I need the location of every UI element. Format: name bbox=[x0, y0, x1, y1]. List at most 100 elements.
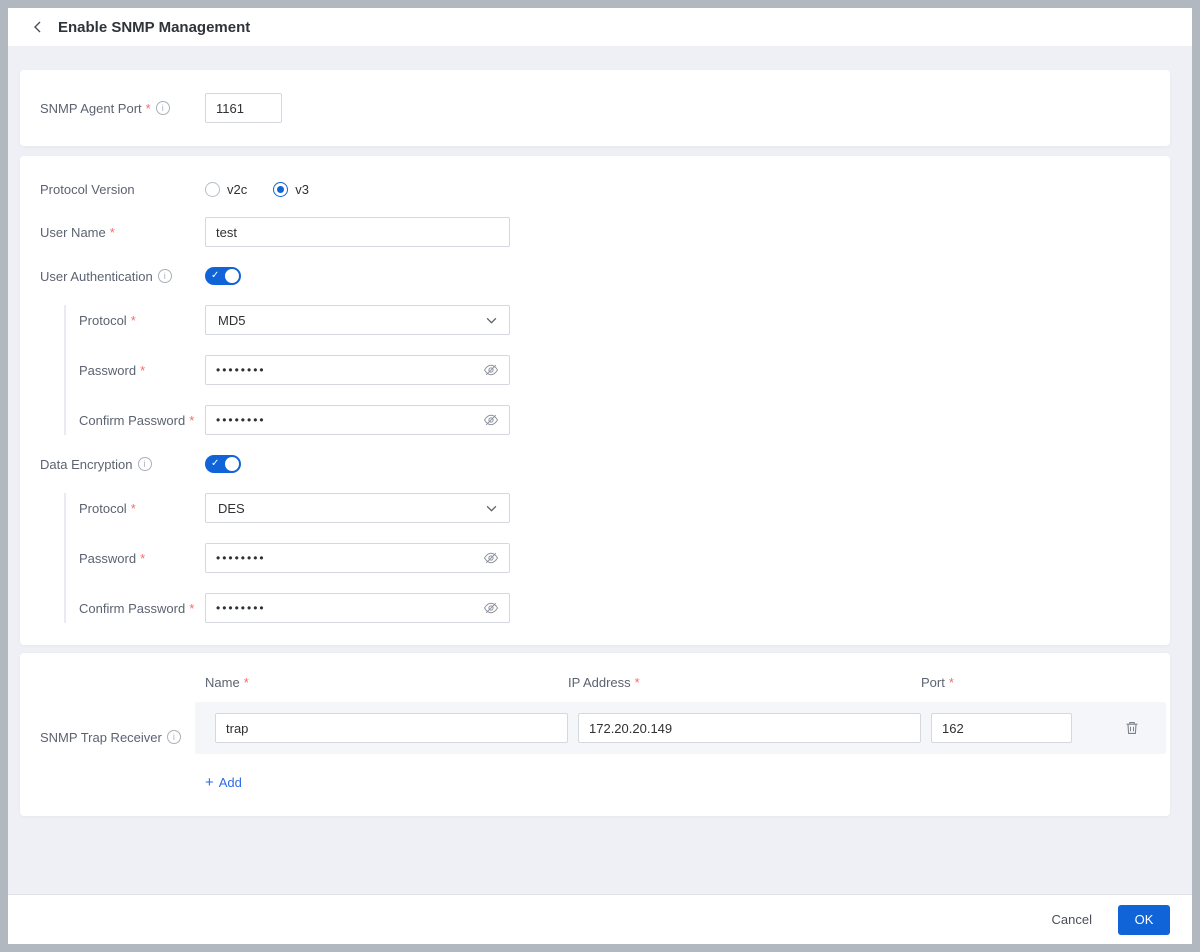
enc-password-field bbox=[205, 543, 510, 573]
radio-label-v3: v3 bbox=[295, 182, 309, 197]
agent-port-input[interactable] bbox=[205, 93, 282, 123]
trap-name-input[interactable] bbox=[215, 713, 568, 743]
column-header-port: Port * bbox=[921, 675, 954, 690]
info-icon[interactable]: i bbox=[166, 730, 181, 744]
trap-receiver-card: SNMP Trap Receiver i Name * IP Address *… bbox=[20, 653, 1170, 816]
trap-receiver-table: Name * IP Address * Port * trap 172.20.2… bbox=[195, 675, 1166, 792]
trap-receiver-label: SNMP Trap Receiver bbox=[40, 729, 162, 745]
info-icon[interactable]: i bbox=[137, 457, 152, 471]
enc-confirm-password-field bbox=[205, 593, 510, 623]
auth-confirm-password-input[interactable] bbox=[205, 405, 510, 435]
data-encryption-label-group: Data Encryption i bbox=[40, 457, 205, 472]
user-auth-toggle[interactable] bbox=[205, 267, 241, 285]
enc-password-row: Password * bbox=[79, 543, 1150, 573]
eye-off-icon[interactable] bbox=[483, 412, 499, 428]
auth-confirm-password-field bbox=[205, 405, 510, 435]
auth-password-row: Password * bbox=[79, 355, 1150, 385]
enc-confirm-password-input[interactable] bbox=[205, 593, 510, 623]
auth-confirm-password-label: Confirm Password bbox=[79, 412, 186, 428]
user-name-label-group: User Name * bbox=[40, 225, 205, 240]
trash-icon bbox=[1126, 722, 1138, 734]
footer-bar: Cancel OK bbox=[8, 894, 1192, 944]
auth-password-label-group: Password * bbox=[79, 363, 205, 378]
trap-receiver-label-group: SNMP Trap Receiver i bbox=[40, 675, 195, 792]
radio-option-v2c[interactable]: v2c bbox=[205, 182, 247, 197]
back-chevron-icon bbox=[33, 21, 40, 33]
required-mark: * bbox=[145, 100, 151, 116]
trap-port-input[interactable] bbox=[931, 713, 1072, 743]
required-mark: * bbox=[189, 412, 195, 428]
info-icon[interactable]: i bbox=[157, 269, 172, 283]
plus-icon: + bbox=[205, 774, 214, 791]
enc-confirm-password-label: Confirm Password bbox=[79, 600, 186, 616]
column-header-name: Name * bbox=[205, 675, 249, 690]
agent-port-row: SNMP Agent Port * i bbox=[40, 93, 1150, 123]
radio-icon-v3[interactable] bbox=[273, 182, 289, 197]
column-header-ip: IP Address * bbox=[568, 675, 640, 690]
add-label: Add bbox=[218, 775, 242, 790]
auth-protocol-label: Protocol bbox=[79, 312, 127, 328]
enc-password-label-group: Password * bbox=[79, 551, 205, 566]
cancel-button[interactable]: Cancel bbox=[1052, 912, 1092, 927]
enc-password-label: Password bbox=[79, 550, 137, 566]
radio-option-v3[interactable]: v3 bbox=[273, 182, 309, 197]
eye-off-icon[interactable] bbox=[483, 600, 499, 616]
auth-password-field bbox=[205, 355, 510, 385]
user-auth-row: User Authentication i bbox=[40, 267, 1150, 285]
protocol-version-row: Protocol Version v2c v3 bbox=[40, 182, 1150, 197]
enc-confirm-password-label-group: Confirm Password * bbox=[79, 601, 205, 616]
page-header: Enable SNMP Management bbox=[8, 8, 1192, 46]
enc-protocol-value: DES bbox=[218, 500, 245, 516]
required-mark: * bbox=[243, 675, 249, 690]
required-mark: * bbox=[130, 500, 136, 516]
eye-off-icon[interactable] bbox=[483, 362, 499, 378]
auth-confirm-password-label-group: Confirm Password * bbox=[79, 413, 205, 428]
trap-receiver-row bbox=[195, 702, 1166, 754]
auth-password-label: Password bbox=[79, 362, 137, 378]
radio-icon-v2c[interactable] bbox=[205, 182, 220, 197]
protocol-version-label: Protocol Version bbox=[40, 182, 135, 197]
required-mark: * bbox=[634, 675, 640, 690]
user-name-label: User Name bbox=[40, 224, 106, 240]
main-settings-card: Protocol Version v2c v3 User Name * test… bbox=[20, 156, 1170, 645]
data-encryption-toggle[interactable] bbox=[205, 455, 241, 473]
snmp-management-page: Enable SNMP Management SNMP Agent Port *… bbox=[8, 8, 1192, 944]
user-auth-label: User Authentication bbox=[40, 268, 153, 284]
user-auth-label-group: User Authentication i bbox=[40, 269, 205, 284]
auth-protocol-row: Protocol * MD5 bbox=[79, 305, 1150, 335]
eye-off-icon[interactable] bbox=[483, 550, 499, 566]
data-encryption-group: Protocol * DES Password * •••••••• Confi… bbox=[64, 493, 1150, 623]
data-encryption-label: Data Encryption bbox=[40, 456, 133, 472]
required-mark: * bbox=[140, 550, 146, 566]
trap-ip-input[interactable] bbox=[578, 713, 921, 743]
agent-port-card: SNMP Agent Port * i bbox=[20, 70, 1170, 146]
auth-confirm-password-row: Confirm Password * bbox=[79, 405, 1150, 435]
required-mark: * bbox=[130, 312, 136, 328]
user-name-input[interactable] bbox=[205, 217, 510, 247]
content-area: SNMP Agent Port * i Protocol Version v2c bbox=[8, 46, 1192, 894]
chevron-down-icon bbox=[486, 505, 497, 512]
page-title: Enable SNMP Management bbox=[58, 18, 251, 36]
agent-port-label: SNMP Agent Port bbox=[40, 100, 142, 116]
enc-password-input[interactable] bbox=[205, 543, 510, 573]
auth-protocol-value: MD5 bbox=[218, 312, 246, 328]
required-mark: * bbox=[140, 362, 146, 378]
required-mark: * bbox=[189, 600, 195, 616]
required-mark: * bbox=[109, 224, 115, 240]
back-button[interactable] bbox=[24, 14, 50, 40]
enc-protocol-select[interactable]: DES bbox=[205, 493, 510, 523]
radio-label-v2c: v2c bbox=[227, 182, 248, 197]
enc-protocol-row: Protocol * DES bbox=[79, 493, 1150, 523]
auth-password-input[interactable] bbox=[205, 355, 510, 385]
info-icon[interactable]: i bbox=[155, 101, 170, 115]
user-name-row: User Name * bbox=[40, 217, 1150, 247]
auth-protocol-label-group: Protocol * bbox=[79, 313, 205, 328]
ok-button[interactable]: OK bbox=[1118, 904, 1170, 935]
required-mark: * bbox=[948, 675, 954, 690]
chevron-down-icon bbox=[486, 317, 497, 324]
enc-protocol-label: Protocol bbox=[79, 500, 127, 516]
auth-protocol-select[interactable]: MD5 bbox=[205, 305, 510, 335]
delete-row-button[interactable] bbox=[1124, 720, 1140, 736]
enc-confirm-password-row: Confirm Password * bbox=[79, 593, 1150, 623]
add-receiver-button[interactable]: + Add bbox=[205, 774, 242, 791]
